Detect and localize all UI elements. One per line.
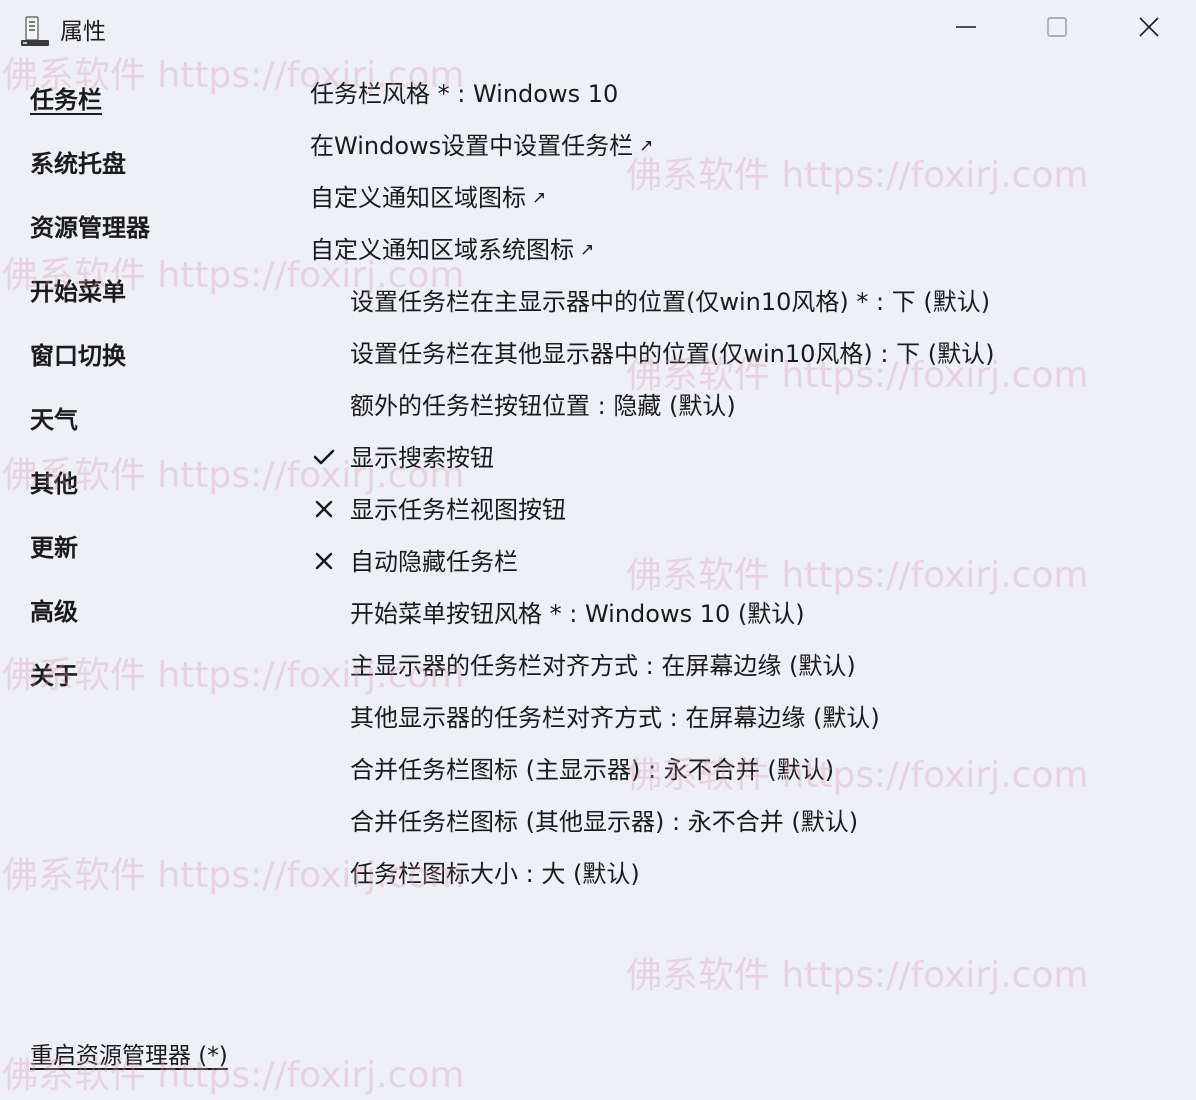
sidebar-item-update[interactable]: 更新 (30, 532, 78, 564)
setting-label: 开始菜单按钮风格 * : Windows 10 (默认) (350, 600, 805, 628)
setting-label: 任务栏图标大小 : 大 (默认) (350, 860, 640, 888)
watermark: 佛系软件 https://foxirj.com (626, 555, 1089, 596)
sidebar-item-advanced[interactable]: 高级 (30, 596, 78, 628)
maximize-button[interactable] (1012, 0, 1102, 54)
toggle-label: 显示任务栏视图按钮 (350, 496, 566, 524)
sidebar-item-window-switcher[interactable]: 窗口切换 (30, 340, 126, 372)
watermark: 佛系软件 https://foxirj.com (626, 955, 1089, 996)
toggle-label: 自动隐藏任务栏 (350, 548, 518, 576)
close-icon (1139, 17, 1159, 37)
setting-label: 合并任务栏图标 (其他显示器) : 永不合并 (默认) (350, 808, 859, 836)
minimize-icon (956, 26, 976, 28)
sidebar-item-system-tray[interactable]: 系统托盘 (30, 148, 126, 180)
link-label: 自定义通知区域图标 (310, 184, 526, 212)
link-notification-area-icons[interactable]: 自定义通知区域图标 ↗ (310, 182, 546, 217)
setting-primary-taskbar-position[interactable]: 设置任务栏在主显示器中的位置(仅win10风格) * : 下 (默认) (350, 286, 990, 318)
window-title: 属性 (60, 19, 106, 45)
minimize-button[interactable] (921, 0, 1011, 54)
setting-combine-secondary[interactable]: 合并任务栏图标 (其他显示器) : 永不合并 (默认) (350, 806, 858, 838)
sidebar-item-explorer[interactable]: 资源管理器 (30, 212, 150, 244)
setting-primary-alignment[interactable]: 主显示器的任务栏对齐方式 : 在屏幕边缘 (默认) (350, 650, 856, 682)
sidebar-item-start-menu[interactable]: 开始菜单 (30, 276, 126, 308)
setting-combine-primary[interactable]: 合并任务栏图标 (主显示器) : 永不合并 (默认) (350, 754, 834, 786)
external-link-icon: ↗ (639, 136, 654, 156)
link-notification-system-icons[interactable]: 自定义通知区域系统图标 ↗ (310, 234, 594, 269)
setting-extra-button-position[interactable]: 额外的任务栏按钮位置 : 隐藏 (默认) (350, 390, 736, 422)
sidebar-item-taskbar[interactable]: 任务栏 (30, 84, 102, 116)
setting-taskbar-style[interactable]: 任务栏风格 * : Windows 10 (310, 78, 618, 110)
sidebar-item-weather[interactable]: 天气 (30, 404, 78, 436)
maximize-icon (1047, 17, 1067, 37)
setting-label: 设置任务栏在主显示器中的位置(仅win10风格) * : 下 (默认) (350, 288, 991, 316)
checkmark-icon (313, 449, 335, 465)
setting-label: 主显示器的任务栏对齐方式 : 在屏幕边缘 (默认) (350, 652, 856, 680)
settings-app-icon (21, 16, 49, 46)
external-link-icon: ↗ (532, 188, 547, 208)
external-link-icon: ↗ (580, 240, 595, 260)
setting-secondary-alignment[interactable]: 其他显示器的任务栏对齐方式 : 在屏幕边缘 (默认) (350, 702, 880, 734)
restart-explorer-link[interactable]: 重启资源管理器 (*) (30, 1040, 228, 1072)
link-label: 自定义通知区域系统图标 (310, 236, 574, 264)
setting-icon-size[interactable]: 任务栏图标大小 : 大 (默认) (350, 858, 640, 890)
setting-label: 任务栏风格 * : Windows 10 (310, 80, 619, 108)
cross-icon (315, 552, 333, 570)
toggle-label: 显示搜索按钮 (350, 444, 494, 472)
title-bar: 属性 (0, 0, 1196, 60)
sidebar-item-about[interactable]: 关于 (30, 660, 78, 692)
setting-label: 其他显示器的任务栏对齐方式 : 在屏幕边缘 (默认) (350, 704, 880, 732)
cross-icon (315, 500, 333, 518)
setting-label: 合并任务栏图标 (主显示器) : 永不合并 (默认) (350, 756, 835, 784)
setting-label: 设置任务栏在其他显示器中的位置(仅win10风格) : 下 (默认) (350, 340, 995, 368)
setting-start-button-style[interactable]: 开始菜单按钮风格 * : Windows 10 (默认) (350, 598, 805, 630)
setting-secondary-taskbar-position[interactable]: 设置任务栏在其他显示器中的位置(仅win10风格) : 下 (默认) (350, 338, 994, 370)
toggle-show-task-view-button[interactable]: 显示任务栏视图按钮 (315, 494, 566, 526)
toggle-auto-hide-taskbar[interactable]: 自动隐藏任务栏 (315, 546, 518, 578)
link-windows-taskbar-settings[interactable]: 在Windows设置中设置任务栏 ↗ (310, 130, 653, 165)
close-button[interactable] (1104, 0, 1194, 54)
toggle-show-search-button[interactable]: 显示搜索按钮 (313, 442, 494, 474)
link-label: 在Windows设置中设置任务栏 (310, 132, 634, 160)
sidebar-item-other[interactable]: 其他 (30, 468, 78, 500)
setting-label: 额外的任务栏按钮位置 : 隐藏 (默认) (350, 392, 736, 420)
watermark: 佛系软件 https://foxirj.com (626, 155, 1089, 196)
